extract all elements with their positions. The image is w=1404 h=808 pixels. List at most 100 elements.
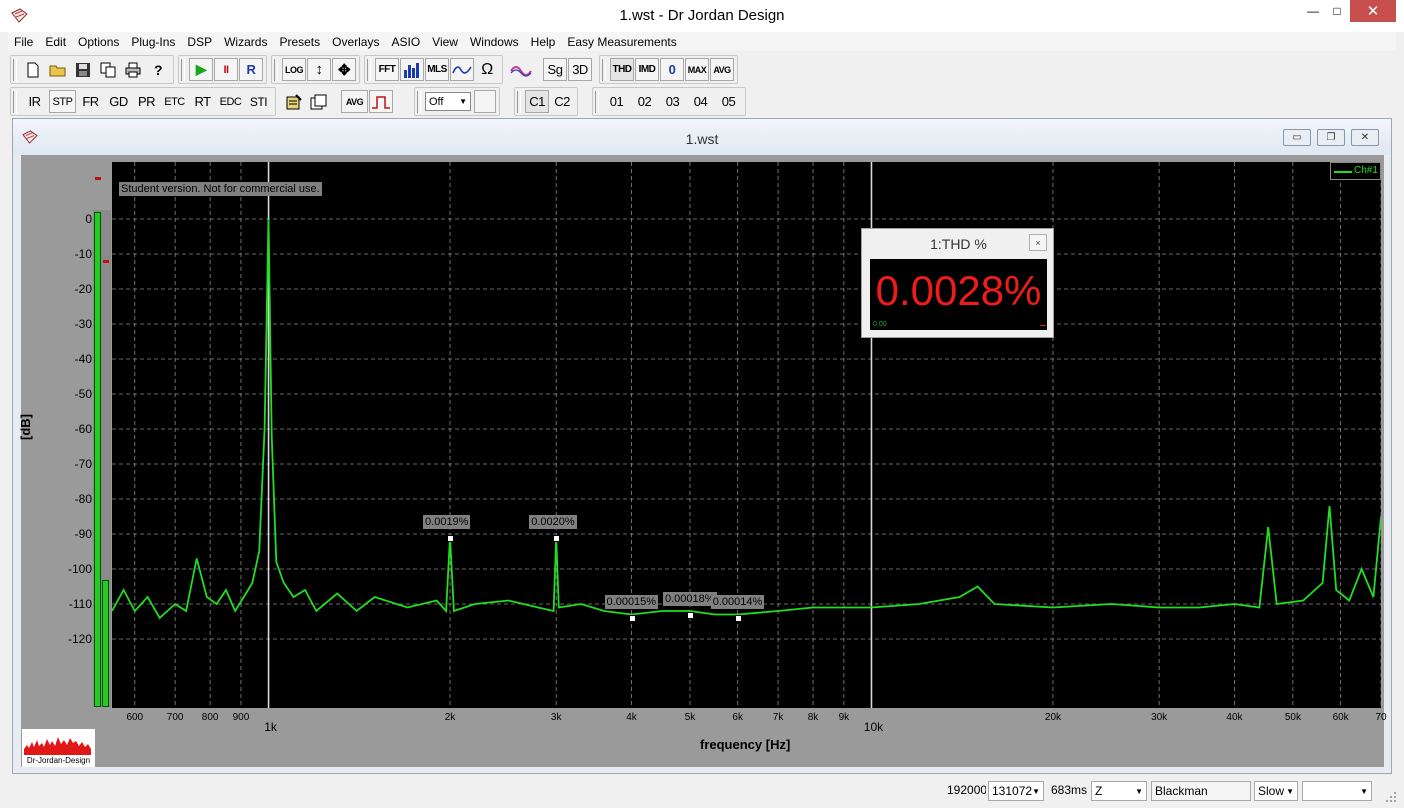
menu-help[interactable]: Help <box>525 35 562 49</box>
avg-window-button[interactable]: AVG <box>341 90 368 113</box>
mode-ir[interactable]: IR <box>21 90 48 113</box>
menu-options[interactable]: Options <box>72 35 125 49</box>
harmonic-marker[interactable] <box>686 611 694 619</box>
log-scale-button[interactable]: LOG <box>282 58 306 81</box>
fft-button[interactable]: FFT <box>375 58 399 81</box>
mode-rt[interactable]: RT <box>189 90 216 113</box>
speed-select[interactable]: Slow ▼ <box>1254 781 1298 801</box>
toolbar-grip[interactable] <box>367 58 371 81</box>
mode-pr[interactable]: PR <box>133 90 160 113</box>
play-button[interactable]: ▶ <box>189 58 213 81</box>
fft-size-select[interactable]: 131072 ▼ <box>988 781 1044 801</box>
mode-gd[interactable]: GD <box>105 90 132 113</box>
bars-icon[interactable] <box>400 58 424 81</box>
mls-button[interactable]: MLS <box>425 58 449 81</box>
overlay-05[interactable]: 05 <box>715 90 742 113</box>
toolbar-grip[interactable] <box>13 58 17 81</box>
channel-2-button[interactable]: C2 <box>550 90 574 113</box>
select-option-button[interactable] <box>474 90 496 113</box>
menu-bar: File Edit Options Plug-Ins DSP Wizards P… <box>8 32 1396 51</box>
menu-wizards[interactable]: Wizards <box>218 35 273 49</box>
max-button[interactable]: MAX <box>685 58 709 81</box>
save-icon[interactable] <box>71 58 95 81</box>
copy-window-icon[interactable] <box>307 90 331 113</box>
measure-toolbar: THD IMD 0 MAX AVG <box>599 55 738 84</box>
mode-select[interactable]: Off ▼ <box>425 92 471 111</box>
avg-button[interactable]: AVG <box>710 58 734 81</box>
toolbar-grip[interactable] <box>417 90 421 113</box>
pause-button[interactable]: II <box>214 58 238 81</box>
child-close-button[interactable]: ✕ <box>1351 129 1379 146</box>
y-tick-label: -120 <box>67 632 92 646</box>
mode-fr[interactable]: FR <box>77 90 104 113</box>
pan-button[interactable]: ✥ <box>332 58 356 81</box>
signal-generator-button[interactable]: Sg <box>543 58 567 81</box>
y-tick-label: -110 <box>68 597 92 611</box>
spectrum-chart[interactable] <box>112 162 1381 708</box>
y-tick-label: -40 <box>74 352 92 366</box>
weighting-select[interactable]: Z ▼ <box>1091 781 1147 801</box>
overlay-01[interactable]: 01 <box>603 90 630 113</box>
toolbar-grip[interactable] <box>13 90 17 113</box>
menu-windows[interactable]: Windows <box>464 35 525 49</box>
resize-grip-icon[interactable] <box>1384 790 1398 804</box>
thd-close-button[interactable]: × <box>1029 234 1047 251</box>
mode-edc[interactable]: EDC <box>217 90 244 113</box>
edit-icon[interactable] <box>282 90 306 113</box>
print-icon[interactable] <box>121 58 145 81</box>
student-version-note: Student version. Not for commercial use. <box>119 182 322 196</box>
menu-easy-measurements[interactable]: Easy Measurements <box>561 35 682 49</box>
channel-1-button[interactable]: C1 <box>525 90 549 113</box>
new-file-icon[interactable] <box>21 58 45 81</box>
vertical-zoom-button[interactable]: ↕ <box>307 58 331 81</box>
mode-etc[interactable]: ETC <box>161 90 188 113</box>
y-tick-label: -90 <box>74 527 92 541</box>
toolbar-grip[interactable] <box>595 90 599 113</box>
harmonic-label: 0.0019% <box>423 514 471 529</box>
x-tick-label: 60k <box>1332 712 1349 723</box>
menu-view[interactable]: View <box>426 35 464 49</box>
toolbar-grip[interactable] <box>517 90 521 113</box>
channel-toolbar: C1 C2 <box>514 87 578 116</box>
menu-edit[interactable]: Edit <box>39 35 72 49</box>
series-line-ch1 <box>112 218 1381 620</box>
open-folder-icon[interactable] <box>46 58 70 81</box>
toolbar-grip[interactable] <box>274 58 278 81</box>
menu-dsp[interactable]: DSP <box>181 35 218 49</box>
toolbar-grip[interactable] <box>181 58 185 81</box>
thd-value: 0.0028% <box>875 267 1042 314</box>
menu-asio[interactable]: ASIO <box>385 35 426 49</box>
chevron-down-icon: ▼ <box>459 97 467 106</box>
extra-select[interactable]: ▼ <box>1302 781 1372 801</box>
copy-icon[interactable] <box>96 58 120 81</box>
harmonic-marker[interactable] <box>734 615 742 622</box>
toolbar-grip[interactable] <box>602 58 606 81</box>
harmonic-marker[interactable] <box>553 534 561 542</box>
harmonic-marker[interactable] <box>628 615 636 622</box>
impedance-button[interactable]: Ω <box>475 58 499 81</box>
overlay-04[interactable]: 04 <box>687 90 714 113</box>
close-button[interactable]: ✕ <box>1350 0 1396 22</box>
menu-plug-ins[interactable]: Plug-Ins <box>125 35 181 49</box>
menu-presets[interactable]: Presets <box>273 35 326 49</box>
3d-button[interactable]: 3D <box>568 58 592 81</box>
record-button[interactable]: R <box>239 58 263 81</box>
child-restore-button[interactable]: ❐ <box>1317 129 1345 146</box>
spectrum-plot[interactable] <box>112 162 1381 708</box>
harmonic-marker[interactable] <box>447 534 455 542</box>
help-icon[interactable]: ? <box>146 58 170 81</box>
mode-sti[interactable]: STI <box>245 90 272 113</box>
menu-overlays[interactable]: Overlays <box>326 35 385 49</box>
menu-file[interactable]: File <box>8 35 39 49</box>
zero-button[interactable]: 0 <box>660 58 684 81</box>
thd-button[interactable]: THD <box>610 58 634 81</box>
child-minimize-button[interactable]: ▭ <box>1283 129 1311 146</box>
sweep-icon[interactable] <box>450 58 474 81</box>
overlay-03[interactable]: 03 <box>659 90 686 113</box>
overlay-02[interactable]: 02 <box>631 90 658 113</box>
imd-button[interactable]: IMD <box>635 58 659 81</box>
thd-window[interactable]: 1:THD % × 0.0028% 0.00 <box>861 228 1054 338</box>
wave-icon[interactable] <box>509 58 533 81</box>
mode-stp[interactable]: STP <box>49 90 76 113</box>
pulse-icon[interactable] <box>369 90 393 113</box>
